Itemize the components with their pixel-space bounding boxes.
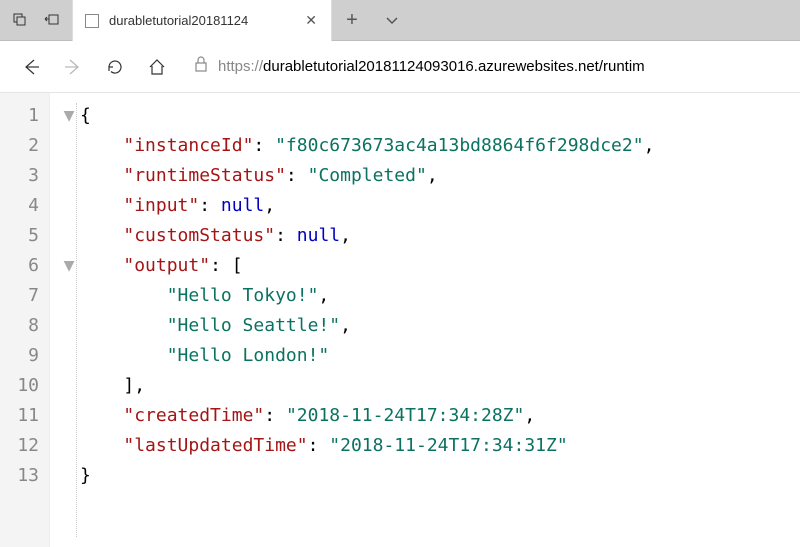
- favicon-icon: [85, 14, 99, 28]
- line-number: 4: [0, 191, 39, 221]
- line-number: 11: [0, 401, 39, 431]
- set-aside-tabs-icon[interactable]: [6, 6, 34, 34]
- url-text: https://durabletutorial20181124093016.az…: [218, 58, 645, 75]
- line-number: 7: [0, 281, 39, 311]
- restore-tabs-icon[interactable]: [38, 6, 66, 34]
- tab-actions-icon[interactable]: [372, 0, 412, 40]
- tab-bar: durabletutorial20181124 ✕ +: [0, 0, 800, 41]
- code-line: ▼{: [58, 101, 654, 131]
- code-line: "lastUpdatedTime": "2018-11-24T17:34:31Z…: [58, 431, 654, 461]
- json-viewer: 1 2 3 4 5 6 7 8 9 10 11 12 13 ▼{ "instan…: [0, 93, 800, 547]
- forward-button[interactable]: [58, 52, 88, 82]
- json-code[interactable]: ▼{ "instanceId": "f80c673673ac4a13bd8864…: [50, 93, 654, 547]
- line-number-gutter: 1 2 3 4 5 6 7 8 9 10 11 12 13: [0, 93, 50, 547]
- code-line: "Hello Tokyo!",: [58, 281, 654, 311]
- line-number: 3: [0, 161, 39, 191]
- line-number: 8: [0, 311, 39, 341]
- browser-tab[interactable]: durabletutorial20181124 ✕: [72, 0, 332, 41]
- new-tab-button[interactable]: +: [332, 0, 372, 40]
- close-tab-icon[interactable]: ✕: [303, 12, 319, 29]
- line-number: 2: [0, 131, 39, 161]
- address-bar[interactable]: https://durabletutorial20181124093016.az…: [184, 49, 784, 85]
- code-line: "customStatus": null,: [58, 221, 654, 251]
- line-number: 13: [0, 461, 39, 491]
- lock-icon: [194, 56, 208, 77]
- window-buttons: [0, 0, 72, 40]
- nav-bar: https://durabletutorial20181124093016.az…: [0, 41, 800, 93]
- code-line: "input": null,: [58, 191, 654, 221]
- code-line: }: [58, 461, 654, 491]
- indent-guide: [76, 103, 77, 537]
- code-line: ],: [58, 371, 654, 401]
- refresh-button[interactable]: [100, 52, 130, 82]
- code-line: "createdTime": "2018-11-24T17:34:28Z",: [58, 401, 654, 431]
- code-line: "runtimeStatus": "Completed",: [58, 161, 654, 191]
- line-number: 6: [0, 251, 39, 281]
- url-host-path: durabletutorial20181124093016.azurewebsi…: [263, 58, 645, 75]
- url-scheme: https://: [218, 58, 263, 75]
- line-number: 9: [0, 341, 39, 371]
- line-number: 12: [0, 431, 39, 461]
- code-line: "instanceId": "f80c673673ac4a13bd8864f6f…: [58, 131, 654, 161]
- tab-title: durabletutorial20181124: [109, 13, 293, 28]
- back-button[interactable]: [16, 52, 46, 82]
- home-button[interactable]: [142, 52, 172, 82]
- code-line: "Hello London!": [58, 341, 654, 371]
- line-number: 10: [0, 371, 39, 401]
- line-number: 1: [0, 101, 39, 131]
- line-number: 5: [0, 221, 39, 251]
- code-line: "Hello Seattle!",: [58, 311, 654, 341]
- code-line: ▼ "output": [: [58, 251, 654, 281]
